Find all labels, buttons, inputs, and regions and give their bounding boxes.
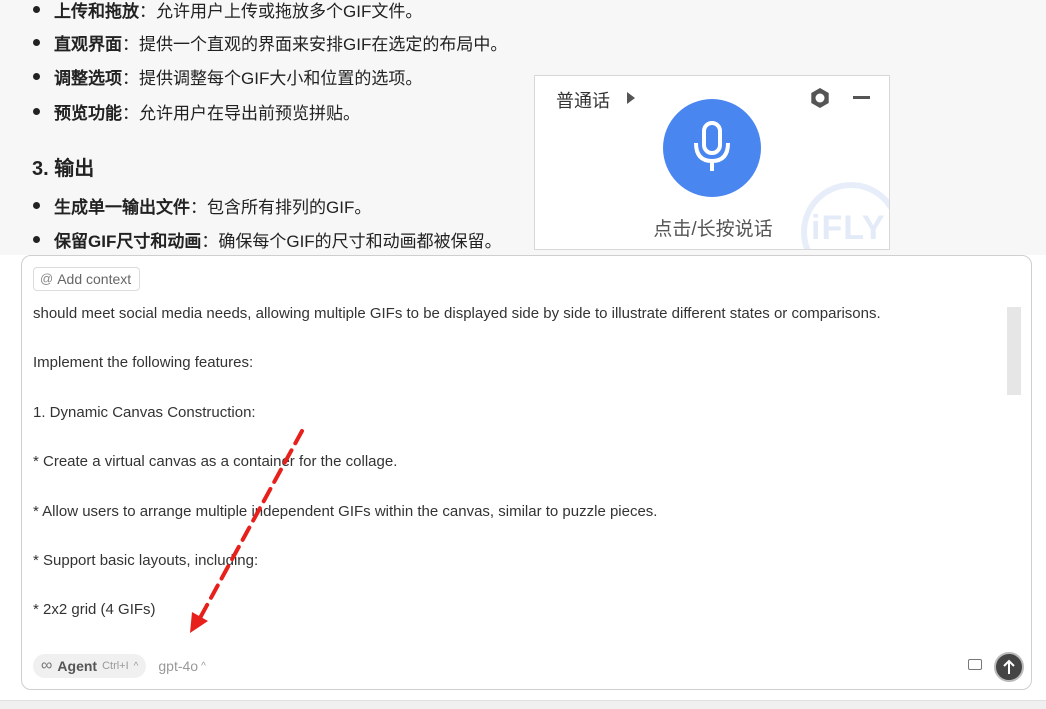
annotation-arrow [190,429,304,633]
